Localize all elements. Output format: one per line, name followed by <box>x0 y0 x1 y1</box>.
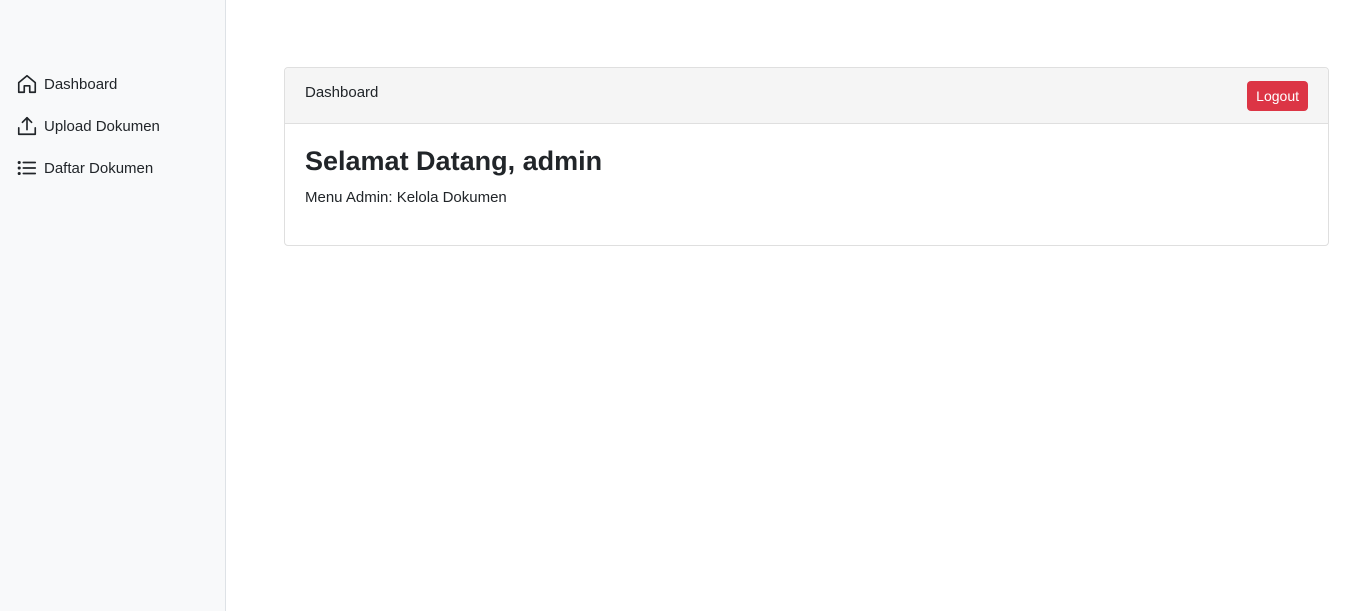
admin-menu-text: Menu Admin: Kelola Dokumen <box>305 189 507 206</box>
card-header-title: Dashboard <box>305 84 379 101</box>
logout-button[interactable]: Logout <box>1247 81 1308 111</box>
sidebar-item-label: Daftar Dokumen <box>44 159 154 177</box>
upload-icon <box>16 115 38 137</box>
main-content: Dashboard Logout Selamat Datang, admin M… <box>226 0 1364 611</box>
sidebar-item-daftar-dokumen[interactable]: Daftar Dokumen <box>0 147 225 189</box>
house-icon <box>16 73 38 95</box>
app-layout: Dashboard Upload Dokumen Daftar Dokumen … <box>0 0 1364 611</box>
card-body: Selamat Datang, admin Menu Admin: Kelola… <box>285 124 1328 228</box>
dashboard-card: Dashboard Logout Selamat Datang, admin M… <box>284 67 1329 246</box>
sidebar-item-label: Upload Dokumen <box>44 117 160 135</box>
sidebar-item-dashboard[interactable]: Dashboard <box>0 63 225 105</box>
sidebar-item-upload-dokumen[interactable]: Upload Dokumen <box>0 105 225 147</box>
welcome-heading: Selamat Datang, admin <box>305 146 603 176</box>
card-header: Dashboard Logout <box>285 68 1328 124</box>
list-icon <box>16 157 38 179</box>
sidebar-item-label: Dashboard <box>44 75 118 93</box>
sidebar: Dashboard Upload Dokumen Daftar Dokumen <box>0 0 226 611</box>
